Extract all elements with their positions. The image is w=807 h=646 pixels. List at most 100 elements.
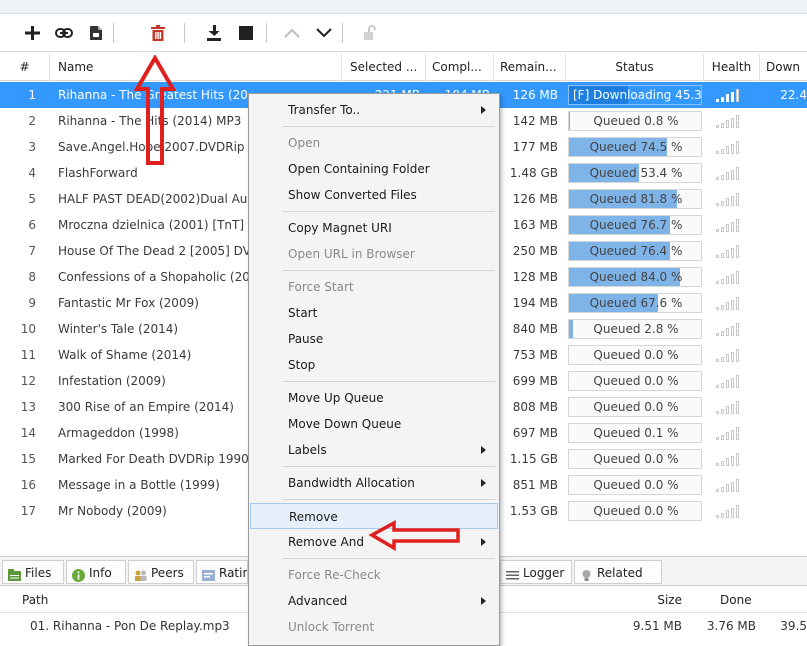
file-path: 01. Rihanna - Pon De Replay.mp3 <box>30 619 230 633</box>
torrent-list-header: # Name Selected ... Compl... Remain... S… <box>0 54 807 81</box>
files-column-path[interactable]: Path <box>22 587 48 613</box>
column-header-down[interactable]: Down <box>760 54 807 81</box>
row-number: 2 <box>28 114 36 128</box>
health-bars-icon <box>716 452 740 466</box>
chevron-down-icon <box>316 28 332 38</box>
remaining-size: 1.15 GB <box>509 452 558 466</box>
menu-item-start[interactable]: Start <box>250 300 498 326</box>
status-text: Queued 0.0 % <box>593 400 679 414</box>
app-window: # Name Selected ... Compl... Remain... S… <box>0 0 807 646</box>
menu-item-open[interactable]: Open <box>250 130 498 156</box>
menu-item-label: Open <box>288 136 321 150</box>
menu-item-remove-and[interactable]: Remove And <box>250 529 498 555</box>
remaining-size: 1.48 GB <box>509 166 558 180</box>
remaining-size: 128 MB <box>512 270 558 284</box>
menu-item-advanced[interactable]: Advanced <box>250 588 498 614</box>
download-speed <box>770 160 807 186</box>
status-text: Queued 67.6 % <box>589 296 683 310</box>
create-torrent-button[interactable] <box>84 21 108 45</box>
add-link-button[interactable] <box>52 21 76 45</box>
column-header-completed[interactable]: Compl... <box>426 54 494 81</box>
status-progress-bar: Queued 81.8 % <box>568 189 702 209</box>
download-speed <box>770 290 807 316</box>
move-up-button[interactable] <box>280 21 304 45</box>
menu-item-label: Force Start <box>288 280 354 294</box>
menu-item-pause[interactable]: Pause <box>250 326 498 352</box>
menu-separator <box>283 126 495 127</box>
torrent-name: Rihanna - The Greatest Hits (2013) [MaRi… <box>58 88 248 102</box>
torrent-name: HALF PAST DEAD(2002)Dual Audio <box>58 192 248 206</box>
torrent-name: Mr Nobody (2009) <box>58 504 167 518</box>
menu-item-transfer-to[interactable]: Transfer To.. <box>250 97 498 123</box>
file-percent: 39.5 <box>780 619 807 633</box>
logger-icon <box>506 566 519 580</box>
start-download-button[interactable] <box>202 21 226 45</box>
torrent-name: Rihanna - The Hits (2014) MP3 <box>58 114 242 128</box>
row-number: 5 <box>28 192 36 206</box>
torrent-name: Fantastic Mr Fox (2009) <box>58 296 199 310</box>
stop-button[interactable] <box>234 21 258 45</box>
torrent-name: Message in a Bottle (1999) <box>58 478 220 492</box>
column-header-name[interactable]: Name <box>50 54 342 81</box>
unlock-button[interactable] <box>358 21 382 45</box>
tab-peers[interactable]: Peers <box>128 560 194 584</box>
menu-item-force-re-check[interactable]: Force Re-Check <box>250 562 498 588</box>
tab-info[interactable]: Info <box>66 560 126 584</box>
health-bars-icon <box>716 296 740 310</box>
status-text: Queued 2.8 % <box>593 322 679 336</box>
tab-files[interactable]: Files <box>2 560 64 584</box>
row-number: 17 <box>20 504 36 518</box>
tab-files-label: Files <box>25 566 52 580</box>
tab-info-label: Info <box>89 566 112 580</box>
remaining-size: 126 MB <box>512 192 558 206</box>
menu-item-unlock-torrent[interactable]: Unlock Torrent <box>250 614 498 640</box>
files-column-size[interactable]: Size <box>640 587 682 613</box>
torrent-name: Armageddon (1998) <box>58 426 179 440</box>
download-icon <box>207 25 221 41</box>
submenu-arrow-icon <box>481 479 486 487</box>
row-number: 1 <box>28 88 36 102</box>
column-header-selected[interactable]: Selected ... <box>342 54 426 81</box>
menu-item-remove[interactable]: Remove <box>250 503 498 529</box>
menu-item-move-up-queue[interactable]: Move Up Queue <box>250 385 498 411</box>
add-torrent-button[interactable] <box>20 21 44 45</box>
remaining-size: 851 MB <box>512 478 558 492</box>
menu-item-open-containing-folder[interactable]: Open Containing Folder <box>250 156 498 182</box>
unlock-icon <box>364 25 376 40</box>
status-text: Queued 76.4 % <box>589 244 683 258</box>
status-progress-bar: Queued 84.0 % <box>568 267 702 287</box>
menu-item-stop[interactable]: Stop <box>250 352 498 378</box>
column-header-health[interactable]: Health <box>704 54 760 81</box>
row-number: 3 <box>28 140 36 154</box>
menu-item-bandwidth-allocation[interactable]: Bandwidth Allocation <box>250 470 498 496</box>
row-number: 14 <box>20 426 36 440</box>
menu-item-force-start[interactable]: Force Start <box>250 274 498 300</box>
menu-item-copy-magnet-uri[interactable]: Copy Magnet URI <box>250 215 498 241</box>
tab-related-label: Related <box>597 566 643 580</box>
health-bars-icon <box>716 322 740 336</box>
download-speed <box>770 394 807 420</box>
column-header-number[interactable]: # <box>0 54 50 81</box>
tab-logger[interactable]: Logger <box>500 560 572 584</box>
menu-item-label: Stop <box>288 358 316 372</box>
status-progress-bar: Queued 53.4 % <box>568 163 702 183</box>
menu-item-move-down-queue[interactable]: Move Down Queue <box>250 411 498 437</box>
menu-item-label: Force Re-Check <box>288 568 381 582</box>
tab-ratings[interactable]: Ratings <box>196 560 248 584</box>
menu-item-open-url-in-browser[interactable]: Open URL in Browser <box>250 241 498 267</box>
menu-item-show-converted-files[interactable]: Show Converted Files <box>250 182 498 208</box>
remove-button[interactable] <box>146 21 170 45</box>
row-number: 12 <box>20 374 36 388</box>
column-header-status[interactable]: Status <box>566 54 704 81</box>
menu-separator <box>283 381 495 382</box>
row-number: 7 <box>28 244 36 258</box>
move-down-button[interactable] <box>312 21 336 45</box>
tab-related[interactable]: Related <box>574 560 662 584</box>
files-column-done[interactable]: Done <box>720 587 752 613</box>
menu-item-labels[interactable]: Labels <box>250 437 498 463</box>
health-bars-icon <box>716 504 740 518</box>
download-speed <box>770 316 807 342</box>
column-header-remaining[interactable]: Remain... <box>494 54 566 81</box>
remaining-size: 126 MB <box>512 88 558 102</box>
download-speed <box>770 368 807 394</box>
